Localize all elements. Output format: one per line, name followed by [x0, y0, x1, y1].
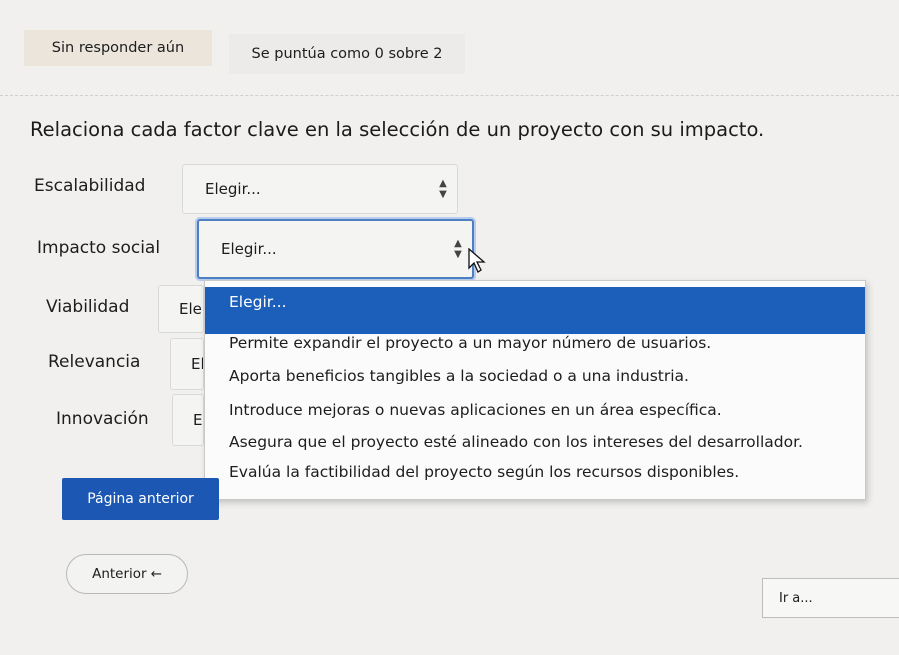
jump-to-placeholder: Ir a...	[779, 590, 813, 606]
select-value: El	[191, 355, 203, 373]
score-badge: Se puntúa como 0 sobre 2	[229, 34, 465, 74]
select-dropdown-list[interactable]: Elegir... Permite expandir el proyecto a…	[204, 280, 866, 500]
jump-to-select[interactable]: Ir a...	[762, 578, 899, 618]
status-badge: Sin responder aún	[24, 30, 212, 66]
previous-activity-label: Anterior	[92, 566, 147, 582]
row-label-innovacion: Innovación	[56, 409, 149, 429]
dropdown-option[interactable]: Permite expandir el proyecto a un mayor …	[205, 328, 865, 358]
select-relevancia[interactable]: El	[170, 338, 204, 390]
row-label-relevancia: Relevancia	[48, 352, 141, 372]
select-value: Elegir...	[205, 180, 261, 198]
dropdown-option-placeholder[interactable]: Elegir...	[205, 287, 865, 334]
row-label-impacto-social: Impacto social	[37, 238, 161, 258]
arrow-left-icon: ←	[150, 566, 162, 582]
dropdown-option[interactable]: Evalúa la factibilidad del proyecto segú…	[205, 457, 865, 487]
select-innovacion[interactable]: El	[172, 394, 204, 446]
select-value: Elegir...	[221, 240, 277, 258]
row-label-viabilidad: Viabilidad	[46, 297, 130, 317]
select-arrows-icon: ▲ ▼	[439, 178, 447, 200]
select-impacto-social[interactable]: Elegir... ▲ ▼	[197, 219, 474, 279]
select-viabilidad[interactable]: Ele	[158, 285, 204, 333]
dropdown-option[interactable]: Asegura que el proyecto esté alineado co…	[205, 427, 865, 457]
dropdown-option[interactable]: Aporta beneficios tangibles a la socieda…	[205, 361, 865, 391]
question-text: Relaciona cada factor clave en la selecc…	[30, 118, 765, 141]
select-value: Ele	[179, 300, 202, 318]
previous-page-button[interactable]: Página anterior	[62, 478, 219, 520]
mouse-cursor-icon	[468, 248, 486, 273]
select-escalabilidad[interactable]: Elegir... ▲ ▼	[182, 164, 458, 214]
previous-activity-button[interactable]: Anterior ←	[66, 554, 188, 594]
row-label-escalabilidad: Escalabilidad	[34, 176, 146, 196]
divider	[0, 95, 899, 96]
select-value: El	[193, 411, 203, 429]
dropdown-option[interactable]: Introduce mejoras o nuevas aplicaciones …	[205, 395, 865, 425]
